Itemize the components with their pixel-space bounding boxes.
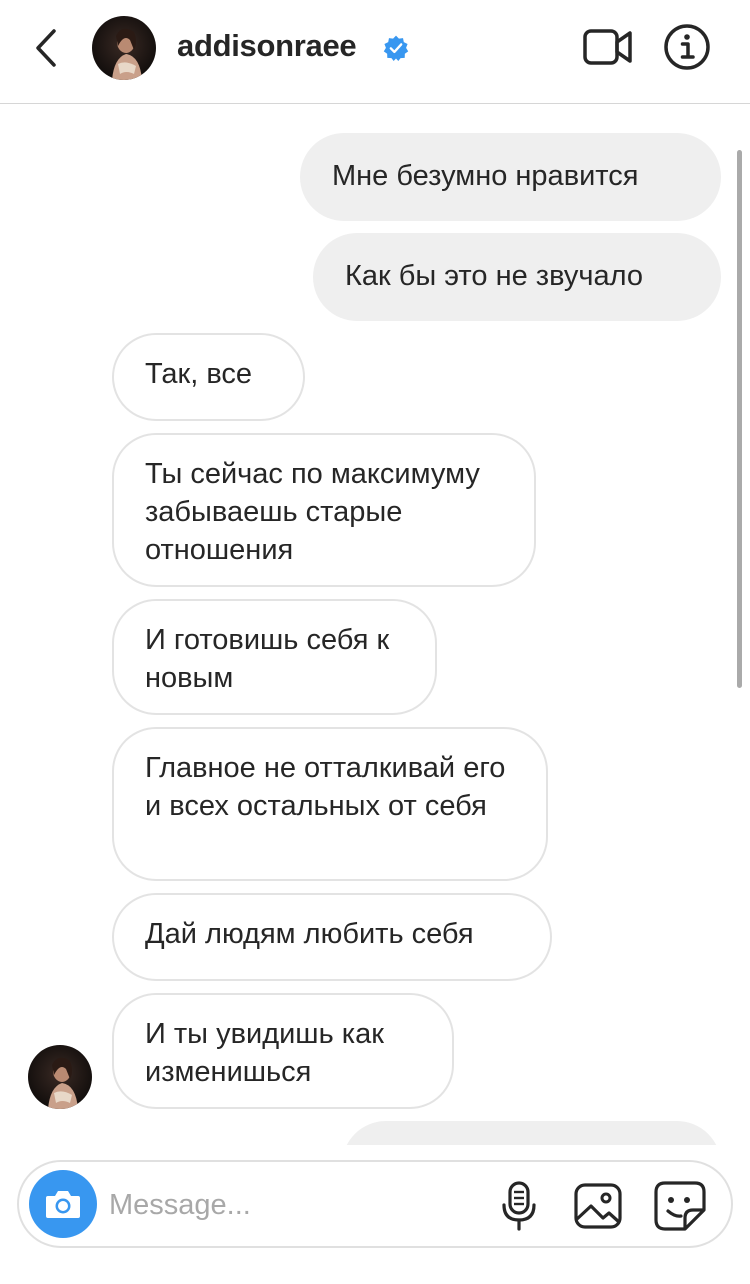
back-chevron-icon xyxy=(36,29,56,67)
sticker-button[interactable] xyxy=(653,1180,707,1232)
verified-badge-icon xyxy=(383,35,409,61)
outgoing-message-partial[interactable] xyxy=(342,1121,721,1145)
video-call-icon xyxy=(583,29,632,65)
incoming-message[interactable]: Так, все xyxy=(112,333,305,421)
username[interactable]: addisonraee xyxy=(177,28,357,64)
info-icon xyxy=(664,24,710,70)
incoming-message[interactable]: Ты сейчас по максимуму забываешь старые … xyxy=(112,433,536,587)
outgoing-message[interactable]: Как бы это не звучало xyxy=(313,233,721,321)
incoming-message[interactable]: И готовишь себя к новым xyxy=(112,599,437,715)
incoming-message[interactable]: И ты увидишь как изменишься xyxy=(112,993,454,1109)
avatar[interactable] xyxy=(92,16,156,80)
back-button[interactable] xyxy=(28,26,64,70)
sticker-icon xyxy=(654,1181,706,1231)
message-thread[interactable]: Мне безумно нравится Как бы это не звуча… xyxy=(0,105,750,1145)
profile-photo xyxy=(28,1045,92,1109)
voice-message-button[interactable] xyxy=(499,1180,539,1232)
camera-icon xyxy=(46,1191,80,1218)
video-call-button[interactable] xyxy=(582,26,634,68)
gallery-icon xyxy=(574,1183,622,1229)
gallery-button[interactable] xyxy=(573,1182,625,1230)
microphone-icon xyxy=(502,1181,536,1231)
scrollbar[interactable] xyxy=(737,150,742,688)
message-input[interactable] xyxy=(109,1182,489,1228)
profile-photo xyxy=(92,16,156,80)
sender-avatar[interactable] xyxy=(28,1045,92,1109)
camera-button[interactable] xyxy=(29,1170,97,1238)
info-button[interactable] xyxy=(662,22,712,72)
incoming-message[interactable]: Главное не отталкивай его и всех остальн… xyxy=(112,727,548,881)
message-composer xyxy=(17,1160,733,1248)
outgoing-message[interactable]: Мне безумно нравится xyxy=(300,133,721,221)
incoming-message[interactable]: Дай людям любить себя xyxy=(112,893,552,981)
chat-header: addisonraee xyxy=(0,0,750,104)
